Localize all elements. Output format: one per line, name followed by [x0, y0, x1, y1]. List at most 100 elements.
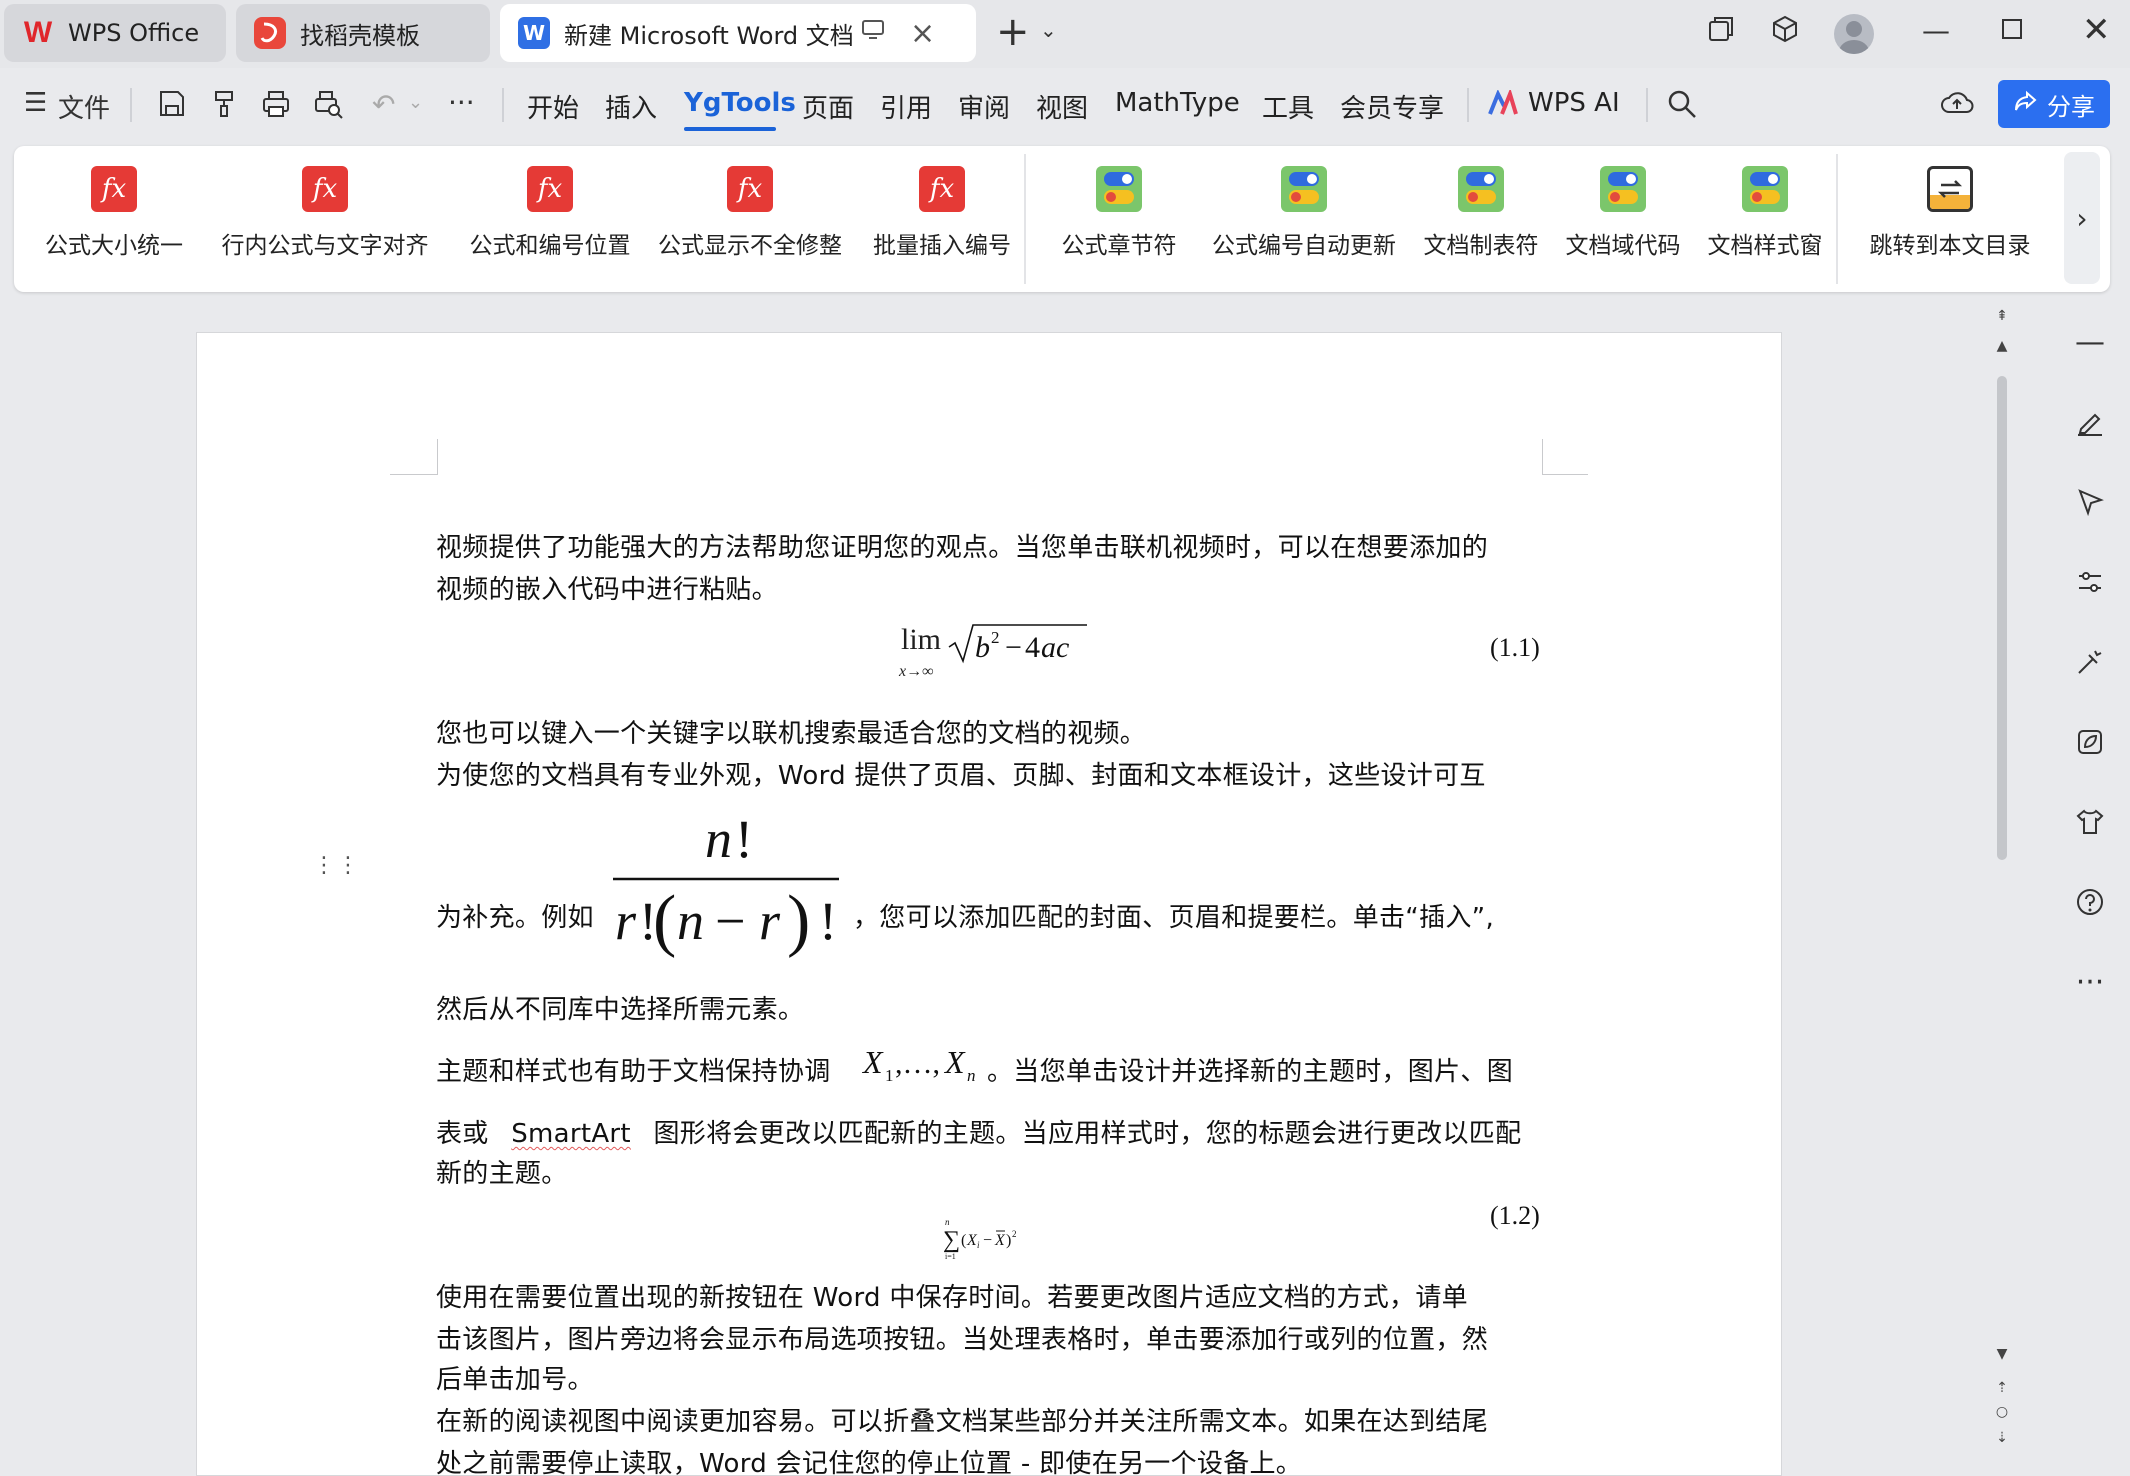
svg-text:): ) — [1006, 1232, 1011, 1249]
paragraph-line: 然后从不同库中选择所需元素。 — [436, 995, 805, 1025]
search-icon[interactable] — [1666, 88, 1698, 127]
undo-icon[interactable]: ↶ — [372, 88, 395, 121]
svg-text:i=1: i=1 — [945, 1252, 956, 1261]
inline-equation-x1-xn[interactable]: X 1 ,…, X n — [861, 1039, 991, 1089]
menu-review[interactable]: 审阅 — [958, 88, 1010, 125]
chevron-right-icon[interactable]: › — [2064, 152, 2100, 284]
sqrt-expression: b 2 − 4 ac — [948, 624, 1087, 664]
help-icon[interactable] — [2062, 874, 2118, 930]
chevron-down-icon[interactable]: ⌄ — [1040, 18, 1057, 42]
batch-insert-number-button[interactable]: fx 批量插入编号 — [852, 166, 1032, 260]
doc-field-code-button[interactable]: 文档域代码 — [1548, 166, 1698, 260]
tab-wps-office[interactable]: W WPS Office — [4, 4, 226, 62]
format-painter-icon[interactable] — [208, 88, 240, 127]
select-browse-object-icon[interactable]: ○ — [1994, 1404, 2010, 1420]
magic-tools-icon[interactable] — [2062, 634, 2118, 690]
scroll-thumb[interactable] — [1997, 376, 2007, 860]
tab-label: 找稻壳模板 — [300, 21, 420, 50]
button-label: 批量插入编号 — [873, 233, 1011, 259]
doc-style-window-button[interactable]: 文档样式窗 — [1690, 166, 1840, 260]
menu-tools[interactable]: 工具 — [1262, 88, 1314, 125]
formula-number-position-button[interactable]: fx 公式和编号位置 — [450, 166, 650, 260]
cube-icon[interactable] — [1770, 14, 1800, 51]
document-page[interactable]: 视频提供了功能强大的方法帮助您证明您的观点。当您单击联机视频时，可以在想要添加的… — [196, 332, 1782, 1476]
menu-references[interactable]: 引用 — [880, 88, 932, 125]
pointer-icon[interactable] — [2062, 474, 2118, 530]
separator — [1467, 88, 1469, 122]
scroll-down-arrow-icon[interactable]: ▼ — [1994, 1346, 2010, 1362]
formula-size-unify-button[interactable]: fx 公式大小统一 — [34, 166, 194, 260]
fx-icon: fx — [919, 166, 965, 212]
chevron-down-icon[interactable]: ⌄ — [408, 92, 423, 113]
sliders-icon[interactable] — [2062, 554, 2118, 610]
svg-text:!: ! — [819, 891, 837, 951]
print-preview-icon[interactable] — [312, 88, 344, 127]
scroll-page-up-icon[interactable]: ⇞ — [1994, 308, 2010, 324]
leaf-icon[interactable] — [2062, 714, 2118, 770]
window-layout-icon[interactable] — [1706, 14, 1736, 51]
menu-insert[interactable]: 插入 — [605, 88, 657, 125]
more-options-icon[interactable]: ··· — [2062, 954, 2118, 1010]
hamburger-icon[interactable]: ☰ — [24, 88, 47, 118]
toggle-icon — [1281, 166, 1327, 212]
menu-mathtype[interactable]: MathType — [1115, 88, 1240, 118]
spellcheck-word[interactable]: SmartArt — [511, 1119, 631, 1149]
jump-to-toc-button[interactable]: 跳转到本文目录 — [1860, 166, 2040, 260]
avatar[interactable] — [1834, 14, 1874, 54]
ribbon-ygtools: fx 公式大小统一 fx 行内公式与文字对齐 fx 公式和编号位置 fx 公式显… — [14, 146, 2110, 292]
paragraph-line: 。当您单击设计并选择新的主题时，图片、图 — [987, 1057, 1514, 1087]
text-span: 图形将会更改以匹配新的主题。当应用样式时，您的标题会进行更改以匹配 — [653, 1119, 1522, 1149]
tab-document[interactable]: W 新建 Microsoft Word 文档.doc × — [500, 4, 976, 62]
close-window-icon[interactable]: ✕ — [2082, 10, 2111, 50]
svg-text:): ) — [787, 882, 810, 959]
paragraph-line: 为使您的文档具有专业外观，Word 提供了页眉、页脚、封面和文本框设计，这些设计… — [436, 761, 1486, 791]
paragraph-line: 处之前需要停止读取，Word 会记住您的停止位置 - 即使在另一个设备上。 — [436, 1449, 1303, 1476]
lim-subscript: x→∞ — [899, 663, 934, 680]
svg-text:X: X — [861, 1044, 884, 1080]
minimize-icon[interactable]: — — [1922, 14, 1950, 47]
toggle-icon — [1600, 166, 1646, 212]
tab-label: WPS Office — [68, 19, 200, 47]
inline-formula-align-button[interactable]: fx 行内公式与文字对齐 — [210, 166, 440, 260]
word-doc-icon: W — [518, 17, 550, 49]
separator — [1646, 88, 1648, 122]
prev-page-icon[interactable]: ⇡ — [1994, 1380, 2010, 1396]
collapse-icon[interactable]: — — [2062, 314, 2118, 370]
menu-wps-ai[interactable]: WPS AI — [1528, 88, 1620, 118]
pen-edit-icon[interactable] — [2062, 394, 2118, 450]
formula-display-fix-button[interactable]: fx 公式显示不全修整 — [642, 166, 858, 260]
vertical-scrollbar[interactable]: ⇞ ▲ ▼ ⇡ ○ ⇣ — [1994, 300, 2010, 1476]
menu-home[interactable]: 开始 — [527, 88, 579, 125]
svg-text:∑: ∑ — [943, 1227, 960, 1253]
svg-text:i: i — [977, 1240, 980, 1250]
paragraph-line: 使用在需要位置出现的新按钮在 Word 中保存时间。若要更改图片适应文档的方式，… — [436, 1283, 1468, 1313]
shirt-icon[interactable] — [2062, 794, 2118, 850]
fraction-equation[interactable]: n ! r ! ( n − r ) ! — [611, 799, 851, 959]
next-page-icon[interactable]: ⇣ — [1994, 1430, 2010, 1446]
close-tab-icon[interactable]: × — [910, 16, 935, 51]
share-button[interactable]: 分享 — [1998, 80, 2110, 128]
jump-icon — [1927, 166, 1973, 212]
more-icon[interactable]: ··· — [448, 86, 475, 119]
new-tab-button[interactable]: + — [996, 10, 1030, 54]
print-icon[interactable] — [260, 88, 292, 127]
cloud-upload-icon[interactable] — [1940, 88, 1974, 125]
toggle-icon — [1096, 166, 1142, 212]
scroll-up-arrow-icon[interactable]: ▲ — [1994, 338, 2010, 354]
doc-tab-stop-button[interactable]: 文档制表符 — [1406, 166, 1556, 260]
equation-1-1[interactable]: lim x→∞ b 2 − 4 ac — [899, 623, 1101, 685]
monitor-icon — [862, 20, 884, 46]
save-icon[interactable] — [156, 88, 188, 127]
tab-daoke-templates[interactable]: 找稻壳模板 — [236, 4, 490, 62]
menu-member[interactable]: 会员专享 — [1340, 88, 1444, 125]
menu-ygtools[interactable]: YgTools — [684, 88, 796, 118]
formula-chapter-button[interactable]: 公式章节符 — [1044, 166, 1194, 260]
formula-auto-update-button[interactable]: 公式编号自动更新 — [1194, 166, 1414, 260]
file-menu[interactable]: 文件 — [58, 88, 110, 125]
menu-view[interactable]: 视图 — [1036, 88, 1088, 125]
drag-handle-icon[interactable]: ⋮⋮ — [313, 855, 361, 877]
maximize-icon[interactable] — [2001, 14, 2023, 47]
menu-page[interactable]: 页面 — [802, 88, 854, 125]
active-tab-indicator — [684, 127, 776, 131]
equation-1-2[interactable]: n ∑ i=1 ( X i − X ) 2 — [943, 1217, 1043, 1267]
